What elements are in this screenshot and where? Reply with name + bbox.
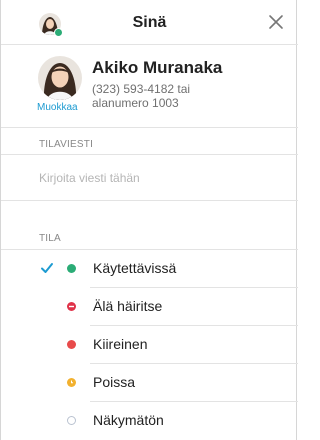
status-item-available[interactable]: Käytettävissä — [1, 250, 298, 288]
edit-profile-link[interactable]: Muokkaa — [37, 102, 78, 113]
away-dot-icon — [67, 378, 76, 387]
status-message-divider — [1, 154, 298, 155]
status-label: Poissa — [93, 374, 136, 390]
profile-name: Akiko Muranaka — [92, 58, 223, 77]
status-item-busy[interactable]: Kiireinen — [1, 326, 298, 364]
do-not-disturb-icon — [67, 302, 76, 311]
status-label: Näkymätön — [93, 412, 164, 428]
status-item-do-not-disturb[interactable]: Älä häiritse — [1, 288, 298, 326]
status-label: Älä häiritse — [93, 298, 163, 314]
profile-avatar[interactable] — [38, 56, 82, 100]
invisible-dot-icon — [67, 416, 76, 425]
profile-section: Muokkaa Akiko Muranaka (323) 593-4182 ta… — [1, 46, 298, 128]
status-section-label: TILA — [39, 233, 61, 244]
status-message-input[interactable]: Kirjoita viesti tähän — [39, 171, 279, 185]
phone-line-1: (323) 593-4182 tai — [92, 82, 191, 96]
status-message-section-label: TILAVIESTI — [39, 139, 94, 150]
close-button[interactable] — [266, 12, 286, 32]
status-label: Kiireinen — [93, 336, 148, 352]
status-label: Käytettävissä — [93, 260, 177, 276]
available-dot-icon — [67, 264, 76, 273]
status-item-away[interactable]: Poissa — [1, 364, 298, 402]
close-icon — [269, 15, 283, 29]
profile-phone: (323) 593-4182 tai alanumero 1003 — [92, 82, 292, 110]
status-item-invisible[interactable]: Näkymätön — [1, 402, 298, 440]
panel-header: Sinä — [1, 0, 298, 45]
presence-panel: Sinä Muokkaa Akiko Muranaka (323) 593-41… — [0, 0, 298, 440]
busy-dot-icon — [67, 340, 76, 349]
status-message-bottom-divider — [1, 200, 298, 201]
page-title: Sinä — [132, 14, 167, 31]
phone-line-2: alanumero 1003 — [92, 96, 179, 110]
selected-check-icon — [40, 261, 54, 275]
